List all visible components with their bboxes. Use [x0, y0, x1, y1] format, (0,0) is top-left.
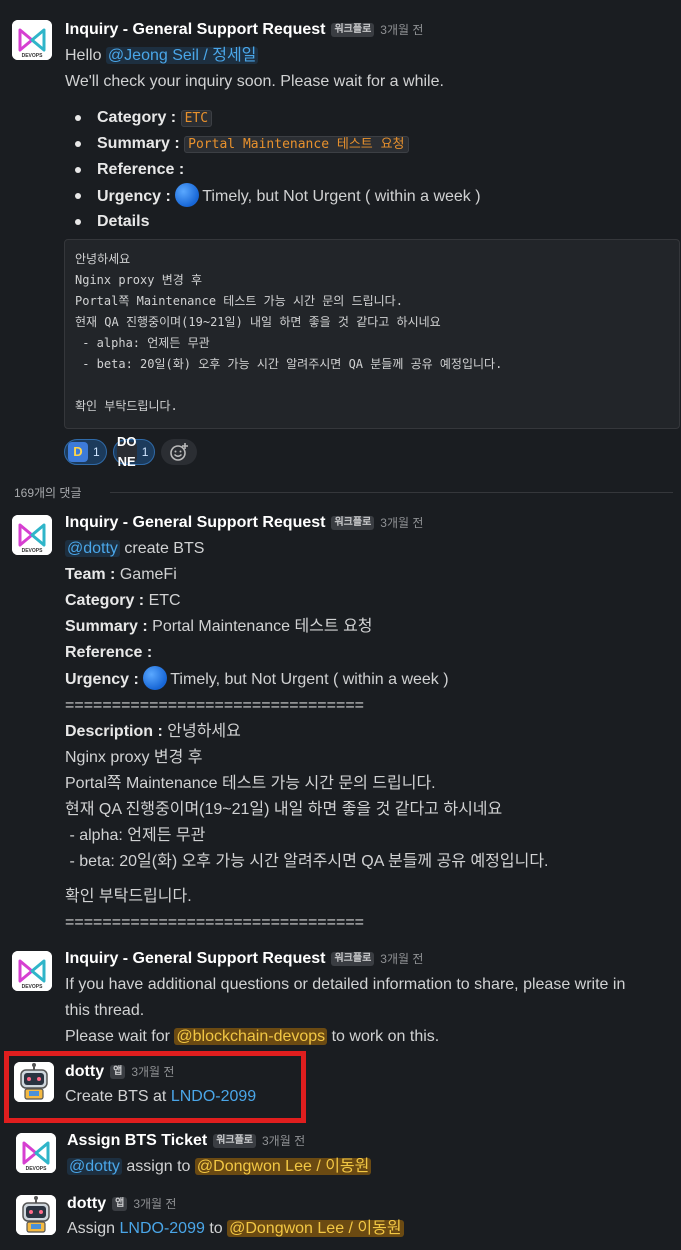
timestamp[interactable]: 3개월 전: [380, 23, 423, 37]
svg-text:DEVOPS: DEVOPS: [22, 548, 44, 554]
group-mention[interactable]: @blockchain-devops: [174, 1028, 328, 1045]
thread-reply-divider: 169개의 댓글: [0, 480, 681, 504]
timestamp[interactable]: 3개월 전: [262, 1134, 305, 1148]
add-emoji-icon: [170, 443, 189, 461]
message-header: Assign BTS Ticket 워크플로 3개월 전: [67, 1128, 305, 1154]
devops-workflow-avatar[interactable]: DEVOPS: [12, 951, 52, 991]
assignee-mention[interactable]: @Dongwon Lee / 이동원: [194, 1158, 372, 1175]
inquiry-field-list: Category : ETC Summary : Portal Maintena…: [65, 105, 677, 235]
blue-circle-icon: [143, 666, 168, 690]
separator: ================================: [65, 697, 364, 714]
list-item: Urgency : Timely, but Not Urgent ( withi…: [65, 183, 677, 209]
highlight-annotation-box: [4, 1051, 306, 1123]
svg-text:DEVOPS: DEVOPS: [26, 1166, 48, 1172]
message-body: If you have additional questions or deta…: [65, 976, 626, 1045]
ticket-link[interactable]: LNDO-2099: [119, 1220, 204, 1237]
details-code-block: 안녕하세요 Nginx proxy 변경 후 Portal쪽 Maintenan…: [64, 239, 680, 429]
message-body: @dotty assign to @Dongwon Lee / 이동원: [67, 1158, 372, 1175]
user-mention[interactable]: @Jeong Seil / 정세일: [105, 47, 259, 64]
message-header: dotty 앱 3개월 전: [67, 1191, 176, 1217]
sender-name[interactable]: dotty: [67, 1195, 106, 1212]
sender-name[interactable]: Inquiry - General Support Request: [65, 21, 325, 38]
list-item: Reference :: [65, 157, 677, 183]
app-badge: 앱: [112, 1197, 128, 1211]
workflow-badge: 워크플로: [331, 516, 375, 530]
message-header: Inquiry - General Support Request 워크플로 3개월…: [65, 946, 423, 972]
divider-line: [110, 492, 673, 493]
message-body: Assign LNDO-2099 to @Dongwon Lee / 이동원: [67, 1220, 404, 1237]
list-item: Summary : Portal Maintenance 테스트 요청: [65, 131, 677, 157]
message-body: Hello @Jeong Seil / 정세일 We'll check your…: [65, 43, 677, 235]
assignee-mention[interactable]: @Dongwon Lee / 이동원: [227, 1220, 404, 1237]
add-reaction-button[interactable]: [161, 439, 198, 465]
user-mention[interactable]: @dotty: [67, 1158, 122, 1175]
done-emoji-icon: DO NE: [116, 434, 137, 469]
reply-count: 169개의 댓글: [14, 486, 82, 500]
user-mention[interactable]: @dotty: [65, 540, 120, 557]
wait-text: We'll check your inquiry soon. Please wa…: [65, 73, 444, 90]
message-body: @dotty create BTS Team : GameFi Category…: [65, 536, 677, 936]
list-item: Details: [65, 209, 677, 235]
reaction-count: 1: [141, 445, 149, 459]
category-code: ETC: [180, 110, 213, 127]
reaction-count: 1: [93, 445, 100, 459]
sender-name[interactable]: Inquiry - General Support Request: [65, 950, 325, 967]
devops-workflow-avatar[interactable]: DEVOPS: [16, 1133, 56, 1173]
message-header: Inquiry - General Support Request 워크플로 3개월…: [65, 17, 423, 43]
svg-text:DEVOPS: DEVOPS: [22, 53, 44, 59]
workflow-badge: 워크플로: [331, 952, 375, 966]
d-emoji-icon: D: [68, 442, 88, 462]
summary-code: Portal Maintenance 테스트 요청: [184, 136, 409, 153]
blue-circle-icon: [175, 183, 200, 207]
reaction-bar: D 1 DO NE 1: [64, 434, 198, 469]
devops-workflow-avatar[interactable]: DEVOPS: [12, 20, 52, 60]
reaction-d[interactable]: D 1: [64, 439, 107, 465]
separator: ================================: [65, 914, 364, 931]
devops-workflow-avatar[interactable]: DEVOPS: [12, 515, 52, 555]
sender-name[interactable]: Assign BTS Ticket: [67, 1132, 207, 1149]
message-header: Inquiry - General Support Request 워크플로 3개월…: [65, 510, 423, 536]
workflow-badge: 워크플로: [213, 1134, 256, 1148]
greeting-text: Hello: [65, 47, 102, 64]
dotty-bot-avatar[interactable]: [16, 1195, 56, 1235]
timestamp[interactable]: 3개월 전: [380, 952, 423, 966]
svg-text:DEVOPS: DEVOPS: [22, 984, 44, 990]
timestamp[interactable]: 3개월 전: [380, 516, 423, 530]
sender-name[interactable]: Inquiry - General Support Request: [65, 514, 325, 531]
reaction-done[interactable]: DO NE 1: [112, 434, 156, 469]
timestamp[interactable]: 3개월 전: [133, 1197, 176, 1211]
list-item: Category : ETC: [65, 105, 677, 131]
command-text: create BTS: [124, 540, 205, 557]
workflow-badge: 워크플로: [331, 23, 375, 37]
